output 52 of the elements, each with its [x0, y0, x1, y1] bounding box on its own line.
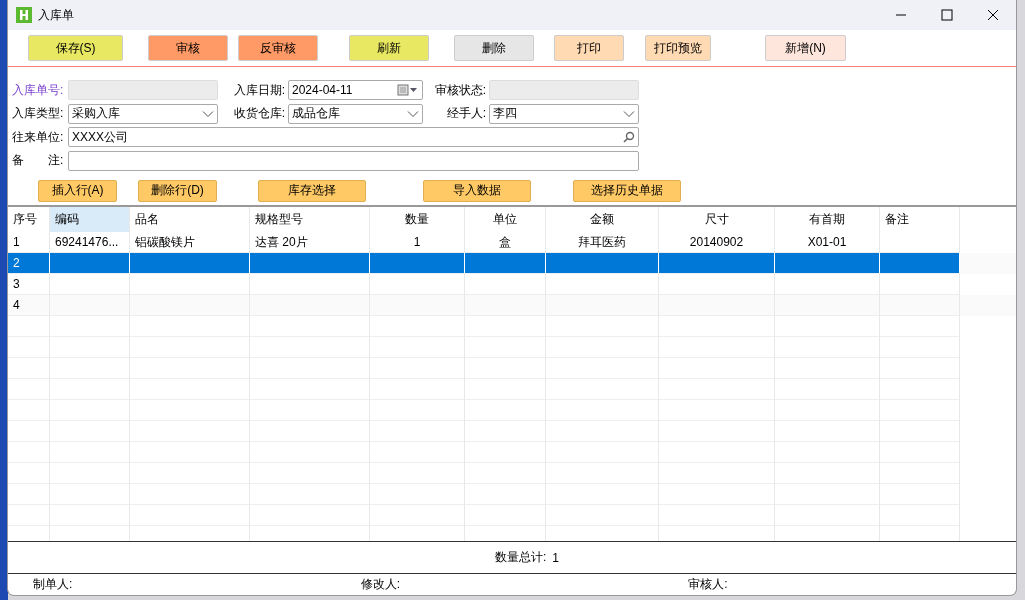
field-label: 收货仓库:: [232, 105, 286, 122]
field-label: 经手人:: [445, 105, 487, 122]
dropdown-field[interactable]: 成品仓库: [288, 103, 423, 124]
toolbar-button[interactable]: 反审核: [238, 35, 318, 61]
column-header[interactable]: 数量: [370, 206, 465, 232]
column-header[interactable]: 尺寸: [659, 206, 775, 232]
dropdown-field[interactable]: 李四: [489, 103, 639, 124]
action-button[interactable]: 库存选择: [258, 179, 366, 202]
footer-label: 审核人:: [688, 576, 729, 593]
toolbar-button[interactable]: 新增(N): [765, 35, 846, 61]
app-logo-icon: [16, 7, 32, 23]
field-label: 入库单号:: [12, 81, 65, 99]
column-header[interactable]: 单位: [465, 206, 546, 232]
column-header[interactable]: 备注: [880, 206, 960, 232]
chevron-down-icon: [407, 109, 419, 118]
toolbar-button[interactable]: 审核: [148, 35, 228, 61]
action-button[interactable]: 删除行(D): [138, 179, 217, 202]
dropdown-field[interactable]: 采购入库: [68, 103, 218, 124]
total-value: 1: [552, 550, 559, 565]
column-header[interactable]: 规格型号: [250, 206, 370, 232]
footer-label: 制单人:: [33, 576, 74, 593]
search-icon[interactable]: [623, 131, 635, 143]
chevron-down-icon: [623, 109, 635, 118]
input-field[interactable]: XXXX公司: [68, 127, 639, 147]
selected-table-row[interactable]: 2: [8, 252, 1016, 274]
toolbar-button[interactable]: 刷新: [349, 35, 429, 61]
field-label: 审核状态:: [433, 81, 487, 99]
action-button[interactable]: 插入行(A): [38, 179, 117, 202]
column-header[interactable]: 金额: [546, 206, 659, 232]
column-header[interactable]: 有首期: [775, 206, 880, 232]
input-field[interactable]: [68, 150, 639, 171]
action-button[interactable]: 导入数据: [423, 179, 531, 202]
field-label: 入库类型:: [12, 105, 65, 122]
column-header[interactable]: 编码: [50, 206, 130, 232]
chevron-down-icon: [202, 109, 214, 118]
toolbar-button[interactable]: 删除: [454, 35, 534, 61]
calendar-dropdown-icon[interactable]: [397, 84, 419, 96]
field-label: 入库日期:: [232, 81, 286, 99]
field-label: 往来单位:: [12, 128, 65, 146]
table-row[interactable]: 3: [8, 273, 1016, 295]
table-row[interactable]: 4: [8, 294, 1016, 316]
toolbar-button[interactable]: 打印预览: [645, 35, 711, 61]
toolbar-button[interactable]: 保存(S): [28, 35, 123, 61]
action-button[interactable]: 选择历史单据: [573, 179, 681, 202]
table-row[interactable]: 1 69241476... 铝碳酸镁片 达喜 20片 1 盒 拜耳医药 20140902 X01-01: [8, 231, 1016, 253]
toolbar-button[interactable]: 打印: [554, 35, 624, 61]
footer-label: 修改人:: [360, 576, 401, 593]
column-header[interactable]: 品名: [130, 206, 250, 232]
total-label: 数量总计:: [495, 549, 547, 566]
window-title: 入库单: [38, 6, 74, 24]
field-label: 备 注:: [12, 152, 65, 169]
date-field[interactable]: 2024-04-11: [288, 80, 423, 100]
